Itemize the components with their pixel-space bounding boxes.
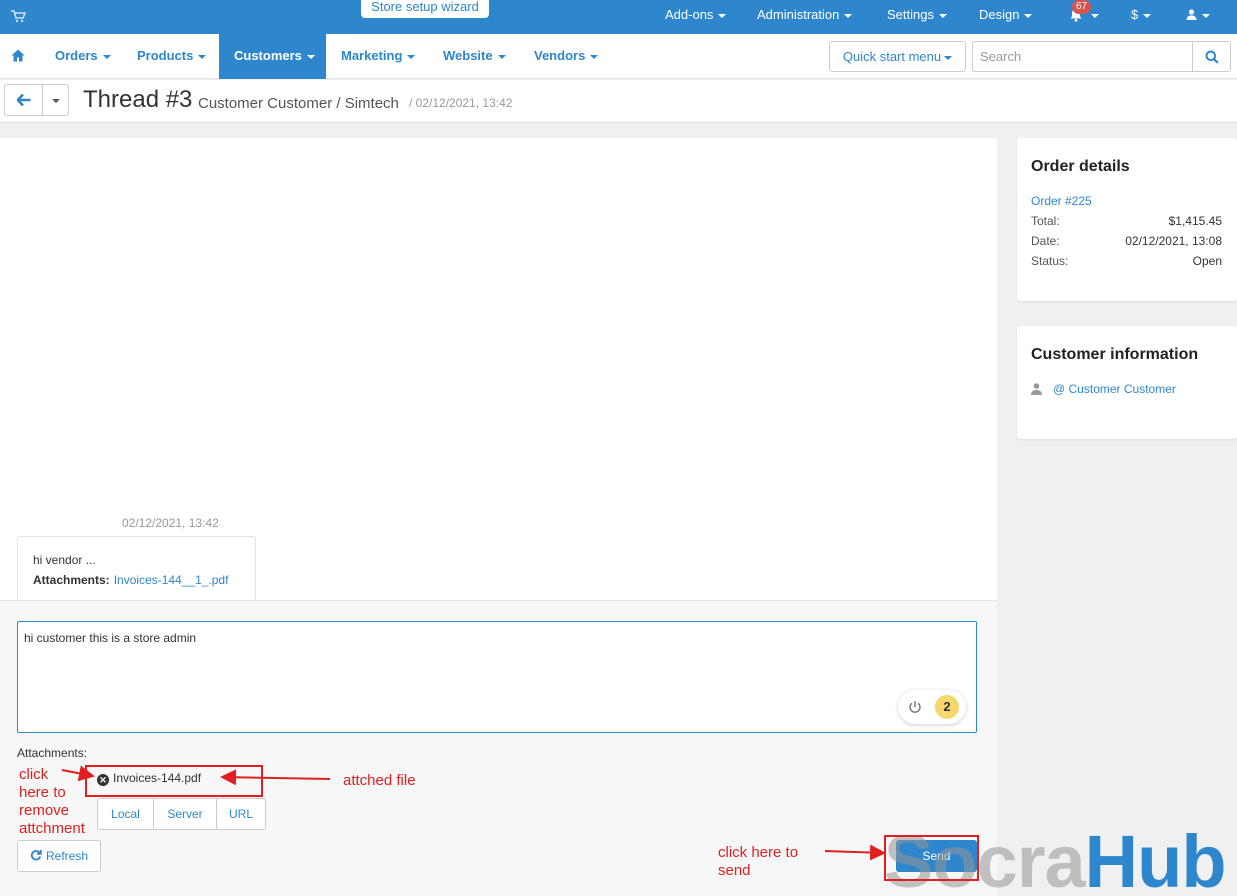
chevron-down-icon [51, 98, 60, 103]
user-icon [1186, 9, 1197, 20]
store-setup-wizard-button[interactable]: Store setup wizard [361, 0, 489, 18]
url-source-button[interactable]: URL [216, 798, 266, 830]
chevron-down-icon [938, 13, 947, 18]
attachments-label: Attachments: [17, 746, 88, 760]
refresh-button[interactable]: Refresh [17, 840, 101, 872]
send-note: click here to send [718, 844, 798, 880]
nav-customers-label: Customers [234, 48, 302, 63]
nav-products[interactable]: Products [122, 34, 221, 79]
search-button[interactable] [1192, 41, 1231, 72]
power-icon[interactable] [907, 699, 923, 715]
design-menu-label: Design [979, 7, 1020, 22]
arrow-left-icon [17, 94, 31, 106]
top-bar [0, 0, 1237, 34]
currency-label: $ [1131, 7, 1139, 22]
reply-textarea[interactable]: hi customer this is a store admin [17, 621, 977, 733]
status-label: Status: [1031, 254, 1069, 268]
chevron-down-icon [198, 54, 207, 59]
customer-link[interactable]: @ Customer Customer [1053, 382, 1176, 396]
nav-marketing[interactable]: Marketing [326, 34, 430, 79]
date-label: Date: [1031, 234, 1060, 248]
addons-menu-label: Add-ons [665, 7, 714, 22]
order-details-heading: Order details [1031, 158, 1130, 175]
search-icon [1205, 50, 1219, 64]
chevron-down-icon [306, 54, 315, 59]
order-details-card: Order details Order #225 Total: $1,415.4… [1017, 138, 1237, 301]
date-value: 02/12/2021, 13:08 [1125, 234, 1222, 248]
refresh-icon [30, 850, 42, 861]
chevron-down-icon [1091, 13, 1099, 18]
chevron-down-icon [102, 54, 111, 59]
message-attachments: Attachments: Invoices-144__1_.pdf [33, 573, 228, 587]
home-icon[interactable] [11, 49, 25, 62]
customer-info-card: Customer information @ Customer Customer [1017, 326, 1237, 439]
local-source-button[interactable]: Local [97, 798, 154, 830]
addons-menu[interactable]: Add-ons [665, 0, 727, 34]
back-button[interactable] [4, 84, 43, 116]
chevron-down-icon [1143, 13, 1152, 18]
customer-info-heading: Customer information [1031, 346, 1199, 363]
message-attachment-link[interactable]: Invoices-144__1_.pdf [114, 573, 229, 587]
thread-panel [0, 138, 997, 600]
attached-file-highlight [85, 765, 263, 797]
order-link[interactable]: Order #225 [1031, 194, 1092, 208]
chevron-down-icon [944, 55, 953, 60]
nav-website-label: Website [443, 48, 493, 63]
watermark-part2: Hub [1084, 820, 1227, 896]
status-value: Open [1192, 254, 1222, 268]
send-button-highlight [884, 835, 979, 881]
total-value: $1,415.45 [1168, 214, 1222, 228]
attachment-source-group: Local Server URL [97, 798, 266, 830]
nav-vendors-label: Vendors [534, 48, 586, 63]
nav-marketing-label: Marketing [341, 48, 403, 63]
remove-note-line-3: remove [19, 802, 70, 819]
chevron-down-icon [1202, 13, 1210, 18]
nav-orders[interactable]: Orders [40, 34, 126, 79]
refresh-label: Refresh [45, 849, 89, 863]
currency-menu[interactable]: $ [1131, 0, 1152, 34]
nav-orders-label: Orders [55, 48, 98, 63]
attached-file-note: attched file [343, 772, 416, 789]
settings-menu-label: Settings [887, 7, 934, 22]
remove-note-line-1: click [19, 766, 49, 783]
remove-note-line-4: attchment [19, 820, 85, 837]
remove-note-line-2: here to [19, 784, 66, 801]
nav-products-label: Products [137, 48, 194, 63]
remove-attachment-note: click here to remove attchment [19, 766, 85, 838]
chevron-down-icon [407, 54, 416, 59]
search-input[interactable] [972, 41, 1193, 72]
back-dropdown-button[interactable] [42, 84, 69, 116]
send-note-line-2: send [718, 862, 751, 879]
chevron-down-icon [590, 54, 599, 59]
message-date: 02/12/2021, 13:42 [122, 516, 219, 530]
total-label: Total: [1031, 214, 1060, 228]
nav-website[interactable]: Website [428, 34, 521, 79]
design-menu[interactable]: Design [979, 0, 1033, 34]
page-subtitle: Customer Customer / Simtech [198, 95, 399, 112]
message-attachments-label: Attachments: [33, 573, 110, 587]
message-text: hi vendor ... [33, 553, 96, 567]
notifications-dropdown[interactable] [1086, 0, 1099, 34]
page-date: / 02/12/2021, 13:42 [409, 96, 513, 110]
server-source-button[interactable]: Server [153, 798, 217, 830]
quick-start-menu-label: Quick start menu [842, 49, 942, 64]
chevron-down-icon [844, 13, 853, 18]
cart-icon[interactable] [10, 9, 26, 23]
nav-customers[interactable]: Customers [219, 34, 326, 79]
user-menu[interactable] [1186, 0, 1210, 34]
administration-menu[interactable]: Administration [757, 0, 853, 34]
send-note-line-1: click here to [718, 844, 799, 861]
grammar-widget[interactable]: 2 [898, 690, 966, 724]
page-title: Thread #3 [83, 86, 193, 113]
nav-vendors[interactable]: Vendors [519, 34, 613, 79]
chevron-down-icon [718, 13, 727, 18]
grammar-count-badge: 2 [935, 695, 959, 719]
chevron-down-icon [1024, 13, 1033, 18]
administration-menu-label: Administration [757, 7, 840, 22]
quick-start-menu-button[interactable]: Quick start menu [829, 41, 966, 72]
settings-menu[interactable]: Settings [887, 0, 947, 34]
message-bubble: hi vendor ... Attachments: Invoices-144__… [17, 536, 256, 600]
user-icon [1031, 383, 1042, 395]
chevron-down-icon [497, 54, 506, 59]
